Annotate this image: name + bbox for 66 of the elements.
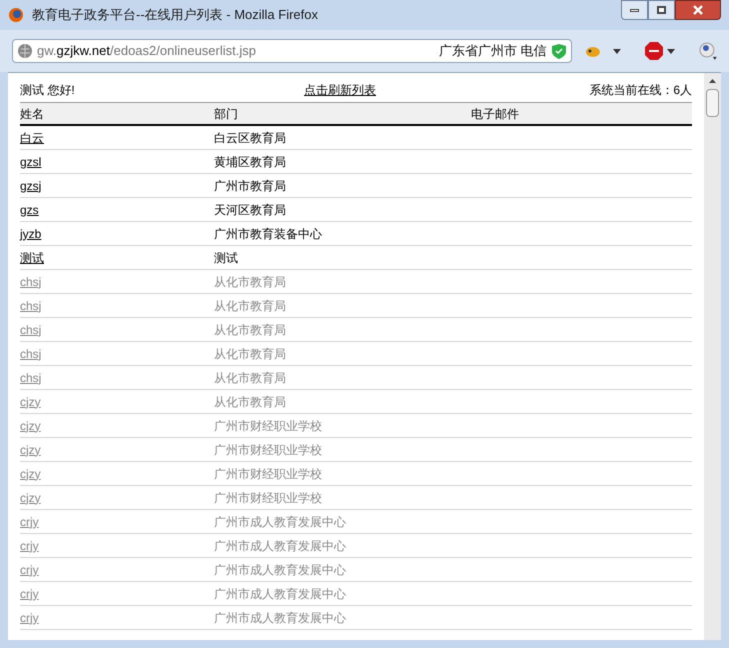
- user-name-link[interactable]: chsj: [20, 296, 42, 314]
- table-cell-text: 从化市教育局: [214, 370, 286, 386]
- column-header: 部门: [214, 106, 238, 122]
- scroll-up-icon[interactable]: [709, 79, 716, 83]
- shield-icon: [550, 42, 567, 60]
- table-cell-text: 广州市成人教育发展中心: [214, 538, 346, 554]
- user-name-link[interactable]: crjy: [20, 536, 39, 554]
- close-button[interactable]: [675, 0, 721, 20]
- table-cell-text: 广州市成人教育发展中心: [214, 586, 346, 602]
- user-name-link[interactable]: chsj: [20, 272, 42, 290]
- address-field[interactable]: gw.gzjkw.net/edoas2/onlineuserlist.jsp 广东省广州市 电信: [12, 39, 572, 63]
- table-cell-text: 测试: [214, 250, 238, 266]
- table-cell-text: 广州市成人教育发展中心: [214, 610, 346, 626]
- table-cell-text: 黄埔区教育局: [214, 154, 286, 170]
- user-name-link[interactable]: chsj: [20, 344, 42, 362]
- user-name-link[interactable]: cjzy: [20, 392, 41, 410]
- dropdown-caret-icon[interactable]: [667, 48, 676, 54]
- stop-sign-icon[interactable]: [645, 42, 664, 60]
- user-name-link[interactable]: crjy: [20, 560, 39, 578]
- help-icon[interactable]: [699, 42, 718, 60]
- table-cell-text: 从化市教育局: [214, 346, 286, 362]
- table-cell-text: 广州市财经职业学校: [214, 418, 322, 434]
- url-text: gw.gzjkw.net/edoas2/onlineuserlist.jsp: [37, 42, 256, 60]
- user-name-link[interactable]: 白云: [20, 128, 44, 146]
- table-cell-text: 天河区教育局: [214, 202, 286, 218]
- user-name-link[interactable]: chsj: [20, 368, 42, 386]
- minimize-button[interactable]: [621, 0, 648, 20]
- browser-logo-icon: [8, 7, 24, 23]
- user-name-link[interactable]: cjzy: [20, 440, 41, 458]
- table-cell-text: 广州市成人教育发展中心: [214, 514, 346, 530]
- table-cell-text: 从化市教育局: [214, 322, 286, 338]
- scroll-thumb[interactable]: [706, 89, 719, 117]
- user-name-link[interactable]: gzsj: [20, 176, 42, 194]
- table-cell-text: 广州市教育局: [214, 178, 286, 194]
- table-cell-text: 从化市教育局: [214, 394, 286, 410]
- refresh-link[interactable]: 点击刷新列表: [304, 81, 376, 99]
- dropdown-caret-icon[interactable]: [613, 48, 622, 54]
- scrollbar[interactable]: [704, 73, 721, 640]
- table-cell-text: 广州市财经职业学校: [214, 490, 322, 506]
- table-cell-text: 从化市教育局: [214, 298, 286, 314]
- online-count-text: 系统当前在线：6人: [589, 82, 692, 99]
- table-cell-text: 广州市教育装备中心: [214, 226, 322, 242]
- location-text: 广东省广州市 电信: [438, 42, 547, 60]
- column-header: 姓名: [20, 106, 44, 122]
- user-name-link[interactable]: gzs: [20, 200, 39, 218]
- table-cell-text: 白云区教育局: [214, 130, 286, 146]
- user-name-link[interactable]: 测试: [20, 248, 44, 266]
- table-cell-text: 广州市财经职业学校: [214, 466, 322, 482]
- globe-icon: [17, 43, 33, 59]
- user-name-link[interactable]: crjy: [20, 512, 39, 530]
- column-header: 电子邮件: [471, 106, 519, 122]
- user-name-link[interactable]: cjzy: [20, 416, 41, 434]
- table-cell-text: 广州市成人教育发展中心: [214, 562, 346, 578]
- window-title: 教育电子政务平台--在线用户列表 - Mozilla Firefox: [32, 6, 318, 24]
- user-name-link[interactable]: crjy: [20, 584, 39, 602]
- maximize-button[interactable]: [648, 0, 675, 20]
- table-cell-text: 从化市教育局: [214, 274, 286, 290]
- table-cell-text: 广州市财经职业学校: [214, 442, 322, 458]
- user-name-link[interactable]: jyzb: [20, 224, 42, 242]
- user-name-link[interactable]: cjzy: [20, 464, 41, 482]
- greeting-text: 测试 您好!: [20, 82, 75, 99]
- user-name-link[interactable]: gzsl: [20, 152, 42, 170]
- user-name-link[interactable]: chsj: [20, 320, 42, 338]
- user-name-link[interactable]: crjy: [20, 608, 39, 626]
- user-name-link[interactable]: cjzy: [20, 488, 41, 506]
- close-icon: [693, 5, 703, 15]
